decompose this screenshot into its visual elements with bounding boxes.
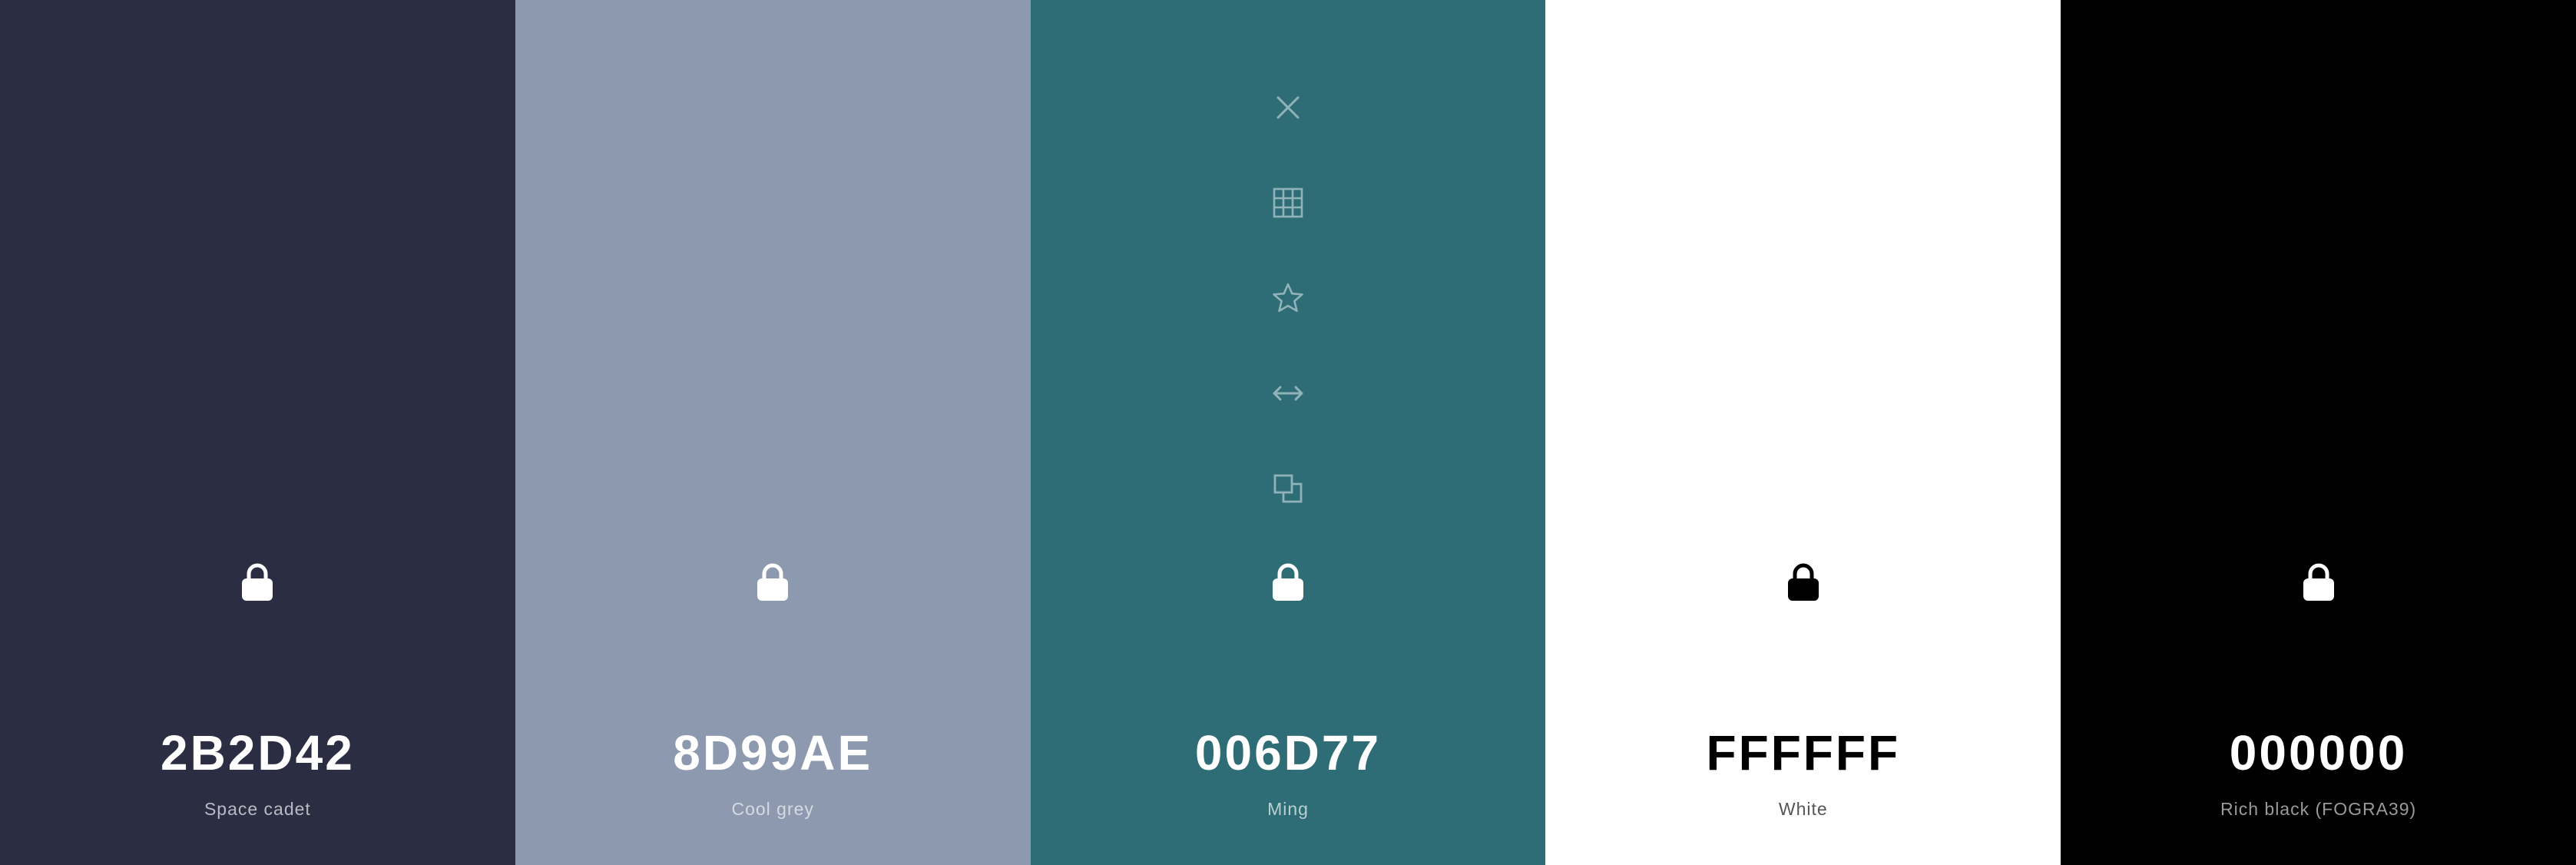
color-name: Space cadet xyxy=(204,799,311,819)
lock-button[interactable] xyxy=(1265,561,1311,607)
swatch-white[interactable]: FFFFFF White xyxy=(1545,0,2061,865)
hex-code[interactable]: 006D77 xyxy=(1031,724,1546,782)
close-icon xyxy=(1274,94,1302,121)
copy-hex-button[interactable] xyxy=(1265,466,1311,512)
view-shades-button[interactable] xyxy=(1265,180,1311,226)
drag-handle[interactable] xyxy=(1265,370,1311,416)
lock-icon xyxy=(1271,562,1305,606)
swatch-toolbar xyxy=(1265,85,1311,561)
lock-icon xyxy=(756,562,790,606)
save-color-button[interactable] xyxy=(1265,275,1311,321)
swatch-rich-black[interactable]: 000000 Rich black (FOGRA39) xyxy=(2061,0,2576,865)
lock-button[interactable] xyxy=(1780,561,1826,607)
color-name: Cool grey xyxy=(731,799,814,819)
lock-button[interactable] xyxy=(2296,561,2342,607)
drag-arrows-icon xyxy=(1272,384,1304,403)
remove-swatch-button[interactable] xyxy=(1265,85,1311,131)
lock-icon xyxy=(240,562,274,606)
color-name: White xyxy=(1778,799,1828,819)
hex-code[interactable]: 2B2D42 xyxy=(0,724,515,782)
color-palette: 2B2D42 Space cadet 8D99AE Cool grey 006D… xyxy=(0,0,2576,865)
hex-code[interactable]: FFFFFF xyxy=(1545,724,2061,782)
lock-icon xyxy=(2302,562,2336,606)
hex-code[interactable]: 000000 xyxy=(2061,724,2576,782)
lock-button[interactable] xyxy=(750,561,796,607)
color-name: Rich black (FOGRA39) xyxy=(2220,799,2417,819)
swatch-cool-grey[interactable]: 8D99AE Cool grey xyxy=(515,0,1031,865)
swatch-ming[interactable]: 006D77 Ming xyxy=(1030,0,1546,865)
copy-icon xyxy=(1273,473,1303,504)
swatch-space-cadet[interactable]: 2B2D42 Space cadet xyxy=(0,0,515,865)
lock-button[interactable] xyxy=(234,561,280,607)
lock-icon xyxy=(1786,562,1820,606)
grid-icon xyxy=(1273,187,1303,218)
hex-code[interactable]: 8D99AE xyxy=(515,724,1031,782)
color-name: Ming xyxy=(1267,799,1309,819)
star-icon xyxy=(1272,282,1304,314)
